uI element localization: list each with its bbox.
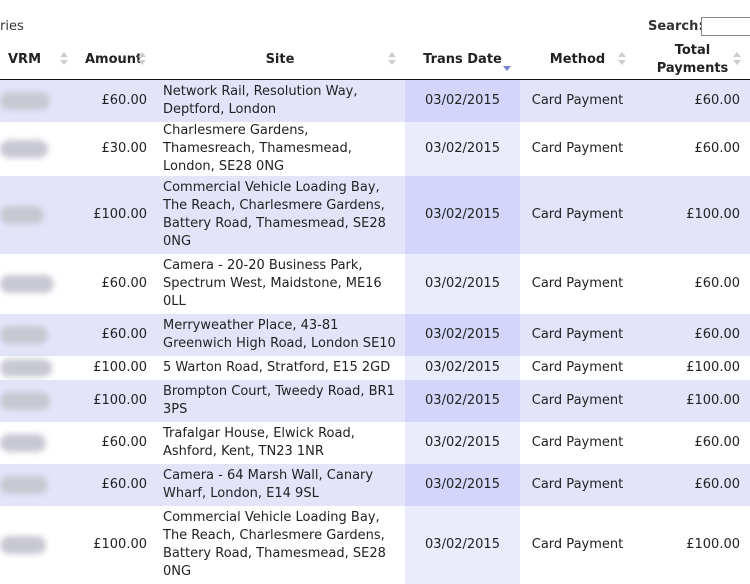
total-payments-cell: £60.00: [635, 421, 750, 464]
table-row[interactable]: £100.00 Brompton Court, Tweedy Road, BR1…: [0, 379, 750, 422]
table-row[interactable]: £60.00 Network Rail, Resolution Way, Dep…: [0, 79, 750, 122]
sort-icon: [733, 52, 742, 68]
total-payments-cell: £60.00: [635, 313, 750, 356]
trans-date-cell: 03/02/2015: [405, 421, 520, 464]
column-header-label: Trans Date: [423, 51, 502, 67]
column-header-method[interactable]: Method: [520, 40, 635, 80]
amount-cell: £60.00: [77, 313, 155, 356]
column-header-label: Site: [265, 51, 295, 67]
method-cell: Card Payment: [520, 463, 635, 506]
trans-date-cell: 03/02/2015: [405, 379, 520, 422]
trans-date-cell: 03/02/2015: [405, 121, 520, 176]
column-header-label: VRM: [8, 51, 42, 67]
total-payments-cell: £100.00: [635, 355, 750, 380]
amount-cell: £60.00: [77, 421, 155, 464]
vrm-cell-redacted: [0, 355, 77, 380]
amount-cell: £100.00: [77, 379, 155, 422]
site-cell: Commercial Vehicle Loading Bay, The Reac…: [155, 175, 405, 254]
vrm-cell-redacted: [0, 313, 77, 356]
total-payments-cell: £60.00: [635, 463, 750, 506]
table-header-row: VRM Amount Site Trans Date Method Total …: [0, 40, 750, 80]
amount-cell: £100.00: [77, 505, 155, 584]
vrm-cell-redacted: [0, 505, 77, 584]
total-payments-cell: £60.00: [635, 253, 750, 314]
vrm-cell-redacted: [0, 463, 77, 506]
column-header-vrm[interactable]: VRM: [0, 40, 77, 80]
site-cell: Network Rail, Resolution Way, Deptford, …: [155, 79, 405, 122]
column-header-total-payments[interactable]: Total Payments: [635, 40, 750, 80]
amount-cell: £60.00: [77, 253, 155, 314]
table-row[interactable]: £100.00 Commercial Vehicle Loading Bay, …: [0, 505, 750, 584]
transactions-table: VRM Amount Site Trans Date Method Total …: [0, 40, 750, 584]
column-header-label: Total Payments: [656, 42, 729, 76]
table-row[interactable]: £60.00 Camera - 20-20 Business Park, Spe…: [0, 253, 750, 314]
vrm-cell-redacted: [0, 121, 77, 176]
column-header-amount[interactable]: Amount: [77, 40, 155, 80]
method-cell: Card Payment: [520, 355, 635, 380]
total-payments-cell: £100.00: [635, 175, 750, 254]
site-cell: Trafalgar House, Elwick Road, Ashford, K…: [155, 421, 405, 464]
trans-date-cell: 03/02/2015: [405, 463, 520, 506]
vrm-cell-redacted: [0, 253, 77, 314]
method-cell: Card Payment: [520, 379, 635, 422]
total-payments-cell: £60.00: [635, 79, 750, 122]
sort-icon: [60, 52, 69, 68]
site-cell: Charlesmere Gardens, Thamesreach, Thames…: [155, 121, 405, 176]
column-header-trans-date[interactable]: Trans Date: [405, 40, 520, 80]
site-cell: Brompton Court, Tweedy Road, BR1 3PS: [155, 379, 405, 422]
amount-cell: £100.00: [77, 355, 155, 380]
method-cell: Card Payment: [520, 79, 635, 122]
method-cell: Card Payment: [520, 121, 635, 176]
column-header-label: Amount: [85, 51, 143, 67]
vrm-cell-redacted: [0, 79, 77, 122]
trans-date-cell: 03/02/2015: [405, 253, 520, 314]
column-header-site[interactable]: Site: [155, 40, 405, 80]
method-cell: Card Payment: [520, 175, 635, 254]
table-row[interactable]: £100.00 5 Warton Road, Stratford, E15 2G…: [0, 355, 750, 380]
search-input[interactable]: [701, 17, 750, 36]
total-payments-cell: £100.00: [635, 379, 750, 422]
trans-date-cell: 03/02/2015: [405, 175, 520, 254]
table-row[interactable]: £60.00 Camera - 64 Marsh Wall, Canary Wh…: [0, 463, 750, 506]
site-cell: Merryweather Place, 43-81 Greenwich High…: [155, 313, 405, 356]
table-toolbar: ries Search:: [0, 0, 750, 40]
amount-cell: £100.00: [77, 175, 155, 254]
trans-date-cell: 03/02/2015: [405, 79, 520, 122]
method-cell: Card Payment: [520, 421, 635, 464]
amount-cell: £60.00: [77, 79, 155, 122]
site-cell: 5 Warton Road, Stratford, E15 2GD: [155, 355, 405, 380]
method-cell: Card Payment: [520, 313, 635, 356]
table-row[interactable]: £60.00 Merryweather Place, 43-81 Greenwi…: [0, 313, 750, 356]
vrm-cell-redacted: [0, 379, 77, 422]
trans-date-cell: 03/02/2015: [405, 355, 520, 380]
sort-icon: [618, 52, 627, 68]
method-cell: Card Payment: [520, 505, 635, 584]
entries-info-text: ries: [0, 19, 24, 34]
table-row[interactable]: £100.00 Commercial Vehicle Loading Bay, …: [0, 175, 750, 254]
total-payments-cell: £100.00: [635, 505, 750, 584]
sort-icon: [138, 52, 147, 68]
method-cell: Card Payment: [520, 253, 635, 314]
amount-cell: £60.00: [77, 463, 155, 506]
sort-descending-icon: [503, 52, 512, 71]
site-cell: Camera - 20-20 Business Park, Spectrum W…: [155, 253, 405, 314]
table-row[interactable]: £30.00 Charlesmere Gardens, Thamesreach,…: [0, 121, 750, 176]
trans-date-cell: 03/02/2015: [405, 313, 520, 356]
column-header-label: Method: [549, 51, 606, 67]
vrm-cell-redacted: [0, 175, 77, 254]
site-cell: Commercial Vehicle Loading Bay, The Reac…: [155, 505, 405, 584]
vrm-cell-redacted: [0, 421, 77, 464]
amount-cell: £30.00: [77, 121, 155, 176]
search-label: Search:: [648, 19, 704, 34]
table-row[interactable]: £60.00 Trafalgar House, Elwick Road, Ash…: [0, 421, 750, 464]
sort-icon: [388, 52, 397, 68]
trans-date-cell: 03/02/2015: [405, 505, 520, 584]
total-payments-cell: £60.00: [635, 121, 750, 176]
site-cell: Camera - 64 Marsh Wall, Canary Wharf, Lo…: [155, 463, 405, 506]
